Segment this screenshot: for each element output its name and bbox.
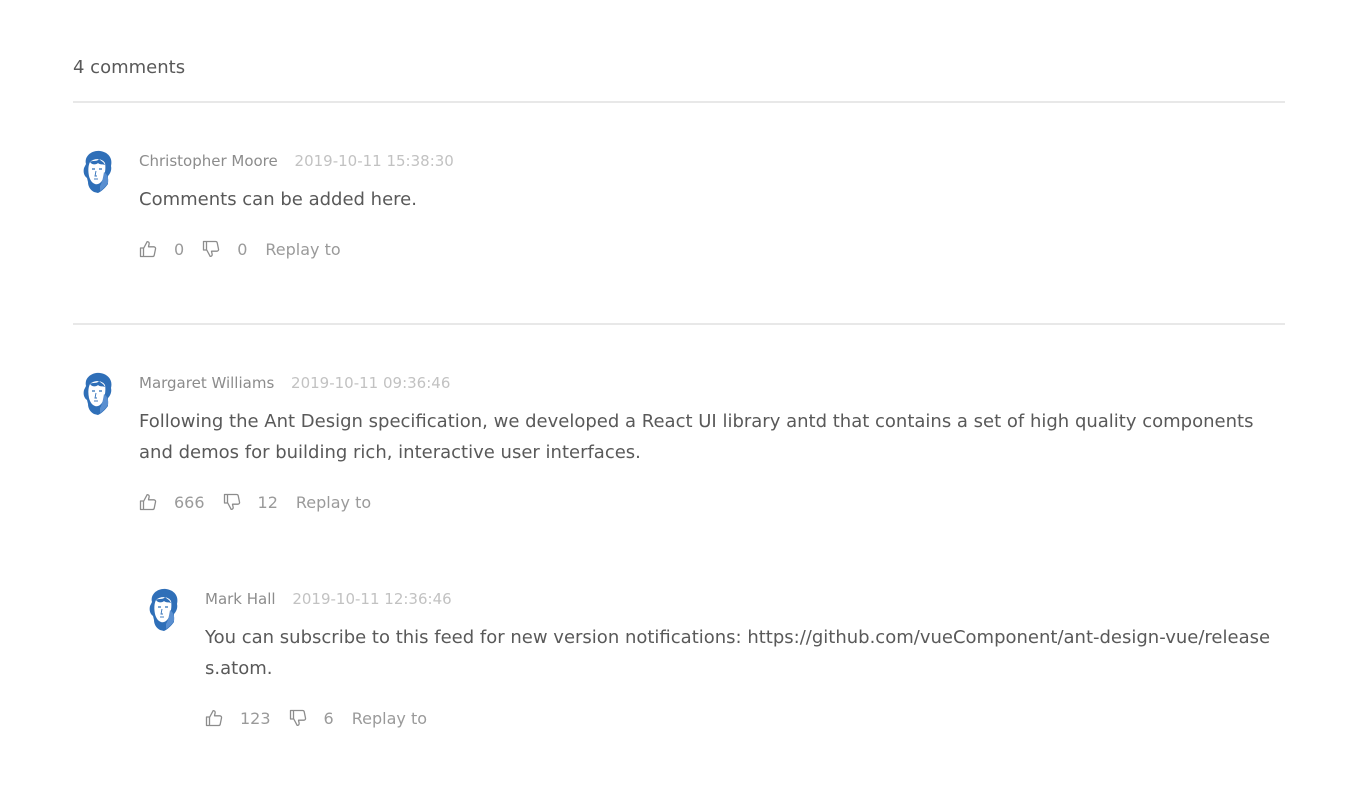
user-avatar-icon[interactable] bbox=[78, 150, 114, 194]
comment-body: Christopher Moore 2019-10-11 15:38:30 Co… bbox=[139, 150, 1285, 261]
like-icon[interactable] bbox=[205, 709, 223, 727]
comment-actions: 666 12 Replay to bbox=[139, 490, 1285, 514]
comment-meta: Mark Hall 2019-10-11 12:36:46 bbox=[205, 588, 1285, 610]
user-avatar-icon[interactable] bbox=[144, 588, 180, 632]
reply-button[interactable]: Replay to bbox=[265, 240, 340, 259]
comment-meta: Christopher Moore 2019-10-11 15:38:30 bbox=[139, 150, 1285, 172]
like-count: 0 bbox=[174, 239, 185, 259]
comment-count: 4 comments bbox=[73, 57, 186, 78]
comment-datetime: 2019-10-11 09:36:46 bbox=[291, 374, 451, 392]
dislike-icon[interactable] bbox=[223, 493, 241, 511]
comment-body: Margaret Williams 2019-10-11 09:36:46 Fo… bbox=[139, 372, 1285, 514]
dislike-count: 12 bbox=[257, 492, 278, 512]
comment-meta: Margaret Williams 2019-10-11 09:36:46 bbox=[139, 372, 1285, 394]
comment-content: Comments can be added here. bbox=[139, 189, 417, 210]
user-avatar-icon[interactable] bbox=[78, 372, 114, 416]
like-icon[interactable] bbox=[139, 240, 157, 258]
reply-button[interactable]: Replay to bbox=[296, 493, 371, 512]
comment-body: Mark Hall 2019-10-11 12:36:46 You can su… bbox=[205, 588, 1285, 730]
comment-content: Following the Ant Design specification, … bbox=[139, 411, 1254, 463]
comment-author[interactable]: Christopher Moore bbox=[139, 152, 278, 170]
comment-content: You can subscribe to this feed for new v… bbox=[205, 627, 1271, 679]
dislike-icon[interactable] bbox=[202, 240, 220, 258]
header-divider bbox=[73, 101, 1285, 103]
dislike-count: 6 bbox=[323, 708, 334, 728]
comment-datetime: 2019-10-11 12:36:46 bbox=[292, 590, 452, 608]
dislike-icon[interactable] bbox=[289, 709, 307, 727]
comment-author[interactable]: Margaret Williams bbox=[139, 374, 274, 392]
like-count: 123 bbox=[240, 708, 271, 728]
like-icon[interactable] bbox=[139, 493, 157, 511]
reply-button[interactable]: Replay to bbox=[352, 709, 427, 728]
comment-actions: 0 0 Replay to bbox=[139, 237, 1285, 261]
comment-divider bbox=[73, 323, 1285, 325]
comment-author[interactable]: Mark Hall bbox=[205, 590, 276, 608]
like-count: 666 bbox=[174, 492, 205, 512]
comment-datetime: 2019-10-11 15:38:30 bbox=[294, 152, 454, 170]
comment-actions: 123 6 Replay to bbox=[205, 706, 1285, 730]
dislike-count: 0 bbox=[237, 239, 248, 259]
